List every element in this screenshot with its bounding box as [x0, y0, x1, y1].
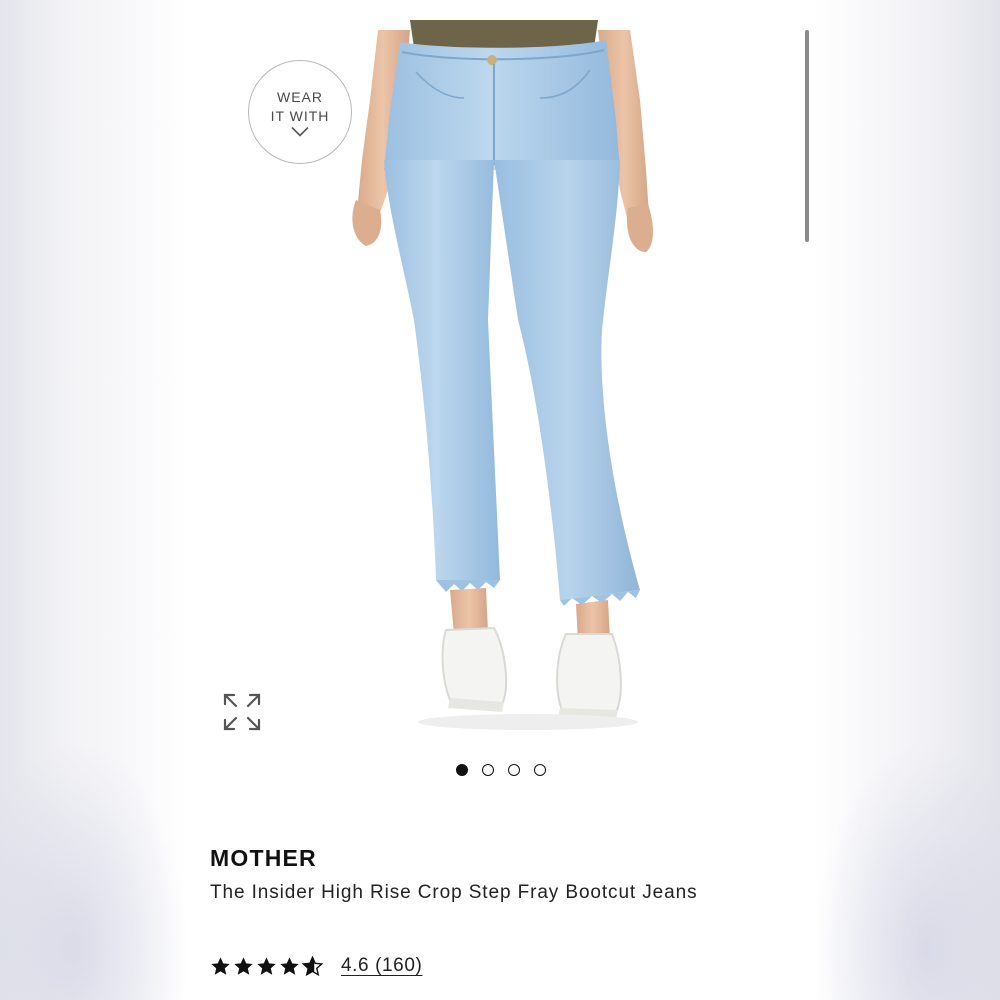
- carousel-dot[interactable]: [482, 764, 494, 776]
- carousel-indicator: [188, 764, 814, 782]
- wear-it-with-button[interactable]: WEAR IT WITH: [248, 60, 352, 164]
- brand-name[interactable]: MOTHER: [210, 845, 317, 872]
- product-page: WEAR IT WITH MOTHER The Insider High Ris…: [188, 0, 814, 1000]
- chevron-down-icon: [291, 126, 309, 137]
- star-icon: [257, 956, 276, 975]
- expand-arrows-icon[interactable]: [222, 692, 262, 732]
- star-rating: [210, 955, 323, 977]
- screenshot-background: WEAR IT WITH MOTHER The Insider High Ris…: [0, 0, 1000, 1000]
- wear-it-with-label-line2: IT WITH: [270, 108, 330, 124]
- reviews-link[interactable]: 4.6 (160): [341, 955, 422, 977]
- wear-it-with-label-line1: WEAR: [277, 89, 323, 105]
- star-icon: [234, 956, 253, 975]
- product-title: The Insider High Rise Crop Step Fray Boo…: [210, 882, 698, 903]
- half-star-icon: [302, 955, 323, 976]
- product-rating: 4.6 (160): [210, 954, 422, 978]
- scrollbar[interactable]: [805, 30, 809, 242]
- carousel-dot[interactable]: [508, 764, 520, 776]
- carousel-dot[interactable]: [534, 764, 546, 776]
- carousel-dot[interactable]: [456, 764, 468, 776]
- star-icon: [211, 956, 230, 975]
- star-icon: [280, 956, 299, 975]
